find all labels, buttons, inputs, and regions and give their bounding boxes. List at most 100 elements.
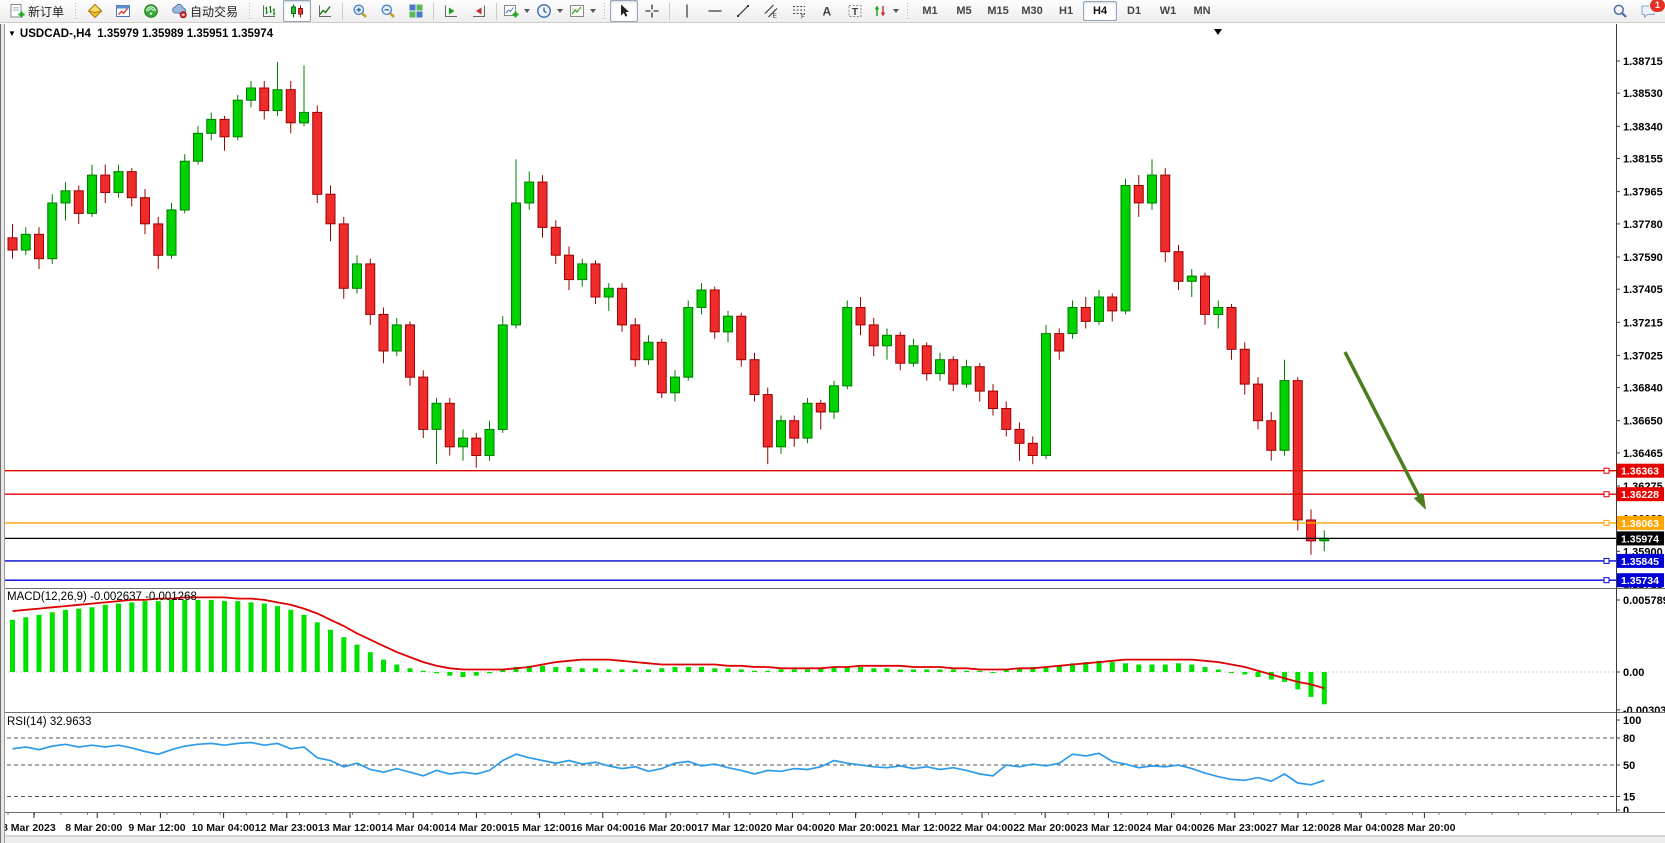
- price-badge: 1.35974: [1617, 531, 1664, 545]
- macd-indicator-label: MACD(12,26,9) -0.002637 -0.001268: [7, 591, 197, 603]
- periods-button[interactable]: [533, 0, 566, 22]
- rsi-panel[interactable]: 1008050150: [0, 712, 1665, 812]
- svg-text:1.36363: 1.36363: [1621, 466, 1659, 478]
- svg-text:28 Mar 20:00: 28 Mar 20:00: [1392, 822, 1455, 834]
- fibonacci-tool-button[interactable]: F: [785, 0, 813, 22]
- vertical-line-tool-button[interactable]: [673, 0, 701, 22]
- horizontal-line-icon: [707, 3, 723, 19]
- horizontal-line-tool-button[interactable]: [701, 0, 729, 22]
- price-badge: 1.36063: [1617, 516, 1664, 530]
- svg-text:8 Mar 2023: 8 Mar 2023: [2, 822, 56, 834]
- macd-panel[interactable]: 0.0057890.00-0.003039: [0, 588, 1665, 712]
- zoom-in-button[interactable]: [346, 0, 374, 22]
- new-chart-button[interactable]: [500, 0, 533, 22]
- chart-shift-button[interactable]: [465, 0, 493, 22]
- zoom-out-icon: [380, 3, 396, 19]
- line-chart-icon: [317, 3, 333, 19]
- toolbar-grip: [74, 3, 77, 20]
- charts-window-button[interactable]: [109, 0, 137, 22]
- tf-button-h4[interactable]: H4: [1083, 1, 1117, 21]
- price-badge: 1.35845: [1617, 554, 1664, 568]
- svg-text:1.35734: 1.35734: [1621, 575, 1659, 587]
- trendline-tool-button[interactable]: [729, 0, 757, 22]
- market-diamond-icon: [87, 3, 103, 19]
- equidistant-channel-tool-button[interactable]: E: [757, 0, 785, 22]
- candlestick-chart-icon: [289, 3, 305, 19]
- main-price-panel[interactable]: 1.387151.385301.383401.381551.379651.377…: [0, 24, 1665, 588]
- svg-text:17 Mar 12:00: 17 Mar 12:00: [697, 822, 760, 834]
- tf-button-w1[interactable]: W1: [1151, 1, 1185, 21]
- time-axis[interactable]: 8 Mar 20238 Mar 20:009 Mar 12:0010 Mar 0…: [0, 812, 1665, 843]
- templates-button[interactable]: [566, 0, 599, 22]
- svg-text:1.35845: 1.35845: [1621, 556, 1659, 568]
- tf-button-m30[interactable]: M30: [1015, 1, 1049, 21]
- search-icon: [1612, 3, 1628, 19]
- auto-trading-label: 自动交易: [190, 3, 238, 20]
- text-label-icon: T: [847, 3, 863, 19]
- search-button[interactable]: [1606, 0, 1634, 22]
- bar-chart-button[interactable]: [255, 0, 283, 22]
- tf-button-m5[interactable]: M5: [947, 1, 981, 21]
- svg-text:1.38715: 1.38715: [1623, 56, 1663, 68]
- chevron-down-icon: [590, 9, 596, 13]
- fibonacci-icon: F: [791, 3, 807, 19]
- candlestick-chart-button[interactable]: [283, 0, 311, 22]
- price-badge: 1.36228: [1617, 487, 1664, 501]
- tf-button-m15[interactable]: M15: [981, 1, 1015, 21]
- channel-icon: E: [763, 3, 779, 19]
- tf-button-m1[interactable]: M1: [913, 1, 947, 21]
- signals-icon: [143, 3, 159, 19]
- chart-window-icon: [115, 3, 131, 19]
- svg-text:20 Mar 20:00: 20 Mar 20:00: [824, 822, 887, 834]
- svg-text:14 Mar 04:00: 14 Mar 04:00: [381, 822, 444, 834]
- tf-button-h1[interactable]: H1: [1049, 1, 1083, 21]
- svg-text:14 Mar 20:00: 14 Mar 20:00: [444, 822, 507, 834]
- auto-trading-icon: [171, 3, 187, 19]
- line-chart-button[interactable]: [311, 0, 339, 22]
- svg-text:1.36650: 1.36650: [1623, 416, 1663, 428]
- cursor-icon: [616, 3, 632, 19]
- market-button[interactable]: [81, 0, 109, 22]
- window-left-edge: [0, 24, 5, 843]
- text-icon: A: [819, 3, 835, 19]
- svg-text:20 Mar 04:00: 20 Mar 04:00: [760, 822, 823, 834]
- svg-text:1.36465: 1.36465: [1623, 448, 1663, 460]
- zoom-out-button[interactable]: [374, 0, 402, 22]
- chart-title: ▼USDCAD-,H4 1.35979 1.35989 1.35951 1.35…: [8, 28, 273, 40]
- tile-windows-button[interactable]: [402, 0, 430, 22]
- svg-text:16 Mar 04:00: 16 Mar 04:00: [571, 822, 634, 834]
- crosshair-button[interactable]: [638, 0, 666, 22]
- text-tool-button[interactable]: A: [813, 0, 841, 22]
- signals-button[interactable]: [137, 0, 165, 22]
- svg-text:1.38155: 1.38155: [1623, 154, 1663, 166]
- auto-scroll-button[interactable]: [437, 0, 465, 22]
- svg-text:1.36063: 1.36063: [1621, 518, 1659, 530]
- chevron-down-icon: [893, 9, 899, 13]
- label-tool-button[interactable]: T: [841, 0, 869, 22]
- svg-text:23 Mar 12:00: 23 Mar 12:00: [1076, 822, 1139, 834]
- new-order-button[interactable]: 新订单: [3, 0, 70, 22]
- toolbar-separator: [669, 3, 670, 20]
- symbol-period: USDCAD-,H4: [20, 28, 91, 40]
- svg-text:T: T: [852, 6, 859, 18]
- ohlc-toggle-icon[interactable]: ▼: [8, 29, 16, 38]
- chart-window: 1.387151.385301.383401.381551.379651.377…: [0, 24, 1665, 843]
- arrows-tool-button[interactable]: [869, 0, 902, 22]
- notification-badge: 1: [1649, 0, 1665, 13]
- svg-text:F: F: [801, 14, 805, 20]
- svg-text:24 Mar 04:00: 24 Mar 04:00: [1140, 822, 1203, 834]
- cursor-button[interactable]: [610, 0, 638, 22]
- new-order-icon: [9, 3, 25, 19]
- tf-button-mn[interactable]: MN: [1185, 1, 1219, 21]
- clock-icon: [536, 3, 552, 19]
- auto-trading-button[interactable]: 自动交易: [165, 0, 244, 22]
- svg-text:1.37405: 1.37405: [1623, 284, 1663, 296]
- svg-text:26 Mar 23:00: 26 Mar 23:00: [1203, 822, 1266, 834]
- svg-text:1.38340: 1.38340: [1623, 121, 1663, 133]
- tf-button-d1[interactable]: D1: [1117, 1, 1151, 21]
- arrows-icon: [872, 3, 888, 19]
- tile-windows-icon: [408, 3, 424, 19]
- svg-text:28 Mar 04:00: 28 Mar 04:00: [1329, 822, 1392, 834]
- notifications-button[interactable]: 1: [1634, 0, 1662, 22]
- svg-text:1.38530: 1.38530: [1623, 88, 1663, 100]
